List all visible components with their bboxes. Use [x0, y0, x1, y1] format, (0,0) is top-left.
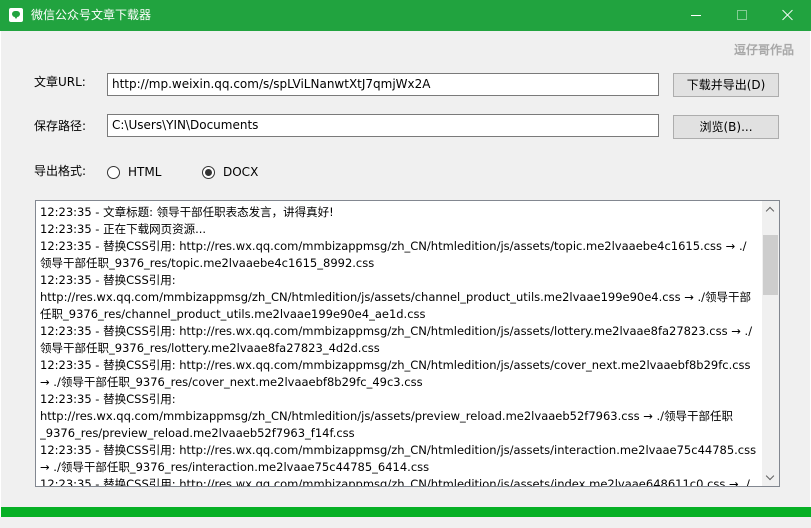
log-line: → ./领导干部任职_9376_res/cover_next.me2lvaaeb… [40, 375, 423, 389]
wechat-icon [9, 8, 23, 22]
log-line: 12:23:35 - 替换CSS引用: http://res.wx.qq.com… [40, 324, 753, 338]
log-line: http://res.wx.qq.com/mmbizappmsg/zh_CN/h… [40, 290, 752, 304]
log-lines: 12:23:35 - 文章标题: 领导干部任职表态发言，讲得真好! 12:23:3… [40, 204, 762, 487]
log-line: 12:23:35 - 文章标题: 领导干部任职表态发言，讲得真好! [40, 205, 334, 219]
window-bottom-edge [0, 517, 811, 528]
author-credit: 逗仔哥作品 [733, 43, 794, 57]
log-line: http://res.wx.qq.com/mmbizappmsg/zh_CN/h… [40, 409, 734, 423]
save-path-input[interactable]: C:\Users\YIN\Documents [107, 114, 659, 137]
log-line: 12:23:35 - 替换CSS引用: [40, 273, 176, 287]
log-line: 12:23:35 - 替换CSS引用: http://res.wx.qq.com… [40, 239, 747, 253]
export-format-label: 导出格式: [34, 164, 87, 178]
scroll-thumb[interactable] [763, 235, 778, 295]
log-line: 12:23:35 - 正在下载网页资源... [40, 222, 207, 236]
log-line: 12:23:35 - 替换CSS引用: http://res.wx.qq.com… [40, 443, 757, 457]
log-line: 12:23:35 - 替换CSS引用: [40, 392, 176, 406]
close-icon [782, 9, 794, 21]
log-line: 12:23:35 - 替换CSS引用: http://res.wx.qq.com… [40, 477, 750, 487]
radio-docx-indicator[interactable] [202, 165, 215, 179]
main-panel: 逗仔哥作品 文章URL: http://mp.weixin.qq.com/s/s… [1, 31, 811, 528]
window-title: 微信公众号文章下载器 [31, 8, 152, 22]
maximize-icon [737, 10, 747, 20]
scroll-up-icon[interactable] [762, 201, 779, 218]
minimize-icon [691, 15, 701, 16]
log-line: → ./领导干部任职_9376_res/interaction.me2lvaae… [40, 460, 430, 474]
browse-button[interactable]: 浏览(B)... [673, 115, 779, 139]
log-output[interactable]: 12:23:35 - 文章标题: 领导干部任职表态发言，讲得真好! 12:23:3… [35, 200, 780, 487]
close-button[interactable] [765, 0, 811, 31]
radio-html[interactable]: HTML [107, 164, 161, 180]
minimize-button[interactable] [673, 0, 719, 31]
radio-html-indicator[interactable] [107, 165, 120, 179]
log-line: 12:23:35 - 替换CSS引用: http://res.wx.qq.com… [40, 358, 751, 372]
log-scrollbar[interactable] [762, 201, 779, 486]
scroll-down-icon[interactable] [762, 469, 779, 486]
save-path-label: 保存路径: [34, 119, 87, 133]
log-line: 领导干部任职_9376_res/lottery.me2lvaae8fa27823… [40, 341, 380, 355]
log-line: 任职_9376_res/channel_product_utils.me2lva… [40, 307, 426, 321]
url-input[interactable]: http://mp.weixin.qq.com/s/spLViLNanwtXtJ… [107, 73, 659, 96]
title-bar[interactable]: 微信公众号文章下载器 [0, 0, 811, 31]
log-line: 领导干部任职_9376_res/topic.me2lvaaebe4c1615_8… [40, 256, 375, 270]
download-export-button[interactable]: 下载并导出(D) [673, 73, 779, 97]
log-line: _9376_res/preview_reload.me2lvaaeb52f796… [40, 426, 355, 440]
radio-docx-label: DOCX [223, 165, 259, 179]
url-label: 文章URL: [34, 75, 86, 89]
radio-docx[interactable]: DOCX [202, 164, 258, 180]
maximize-button [719, 0, 765, 31]
radio-html-label: HTML [128, 165, 162, 179]
